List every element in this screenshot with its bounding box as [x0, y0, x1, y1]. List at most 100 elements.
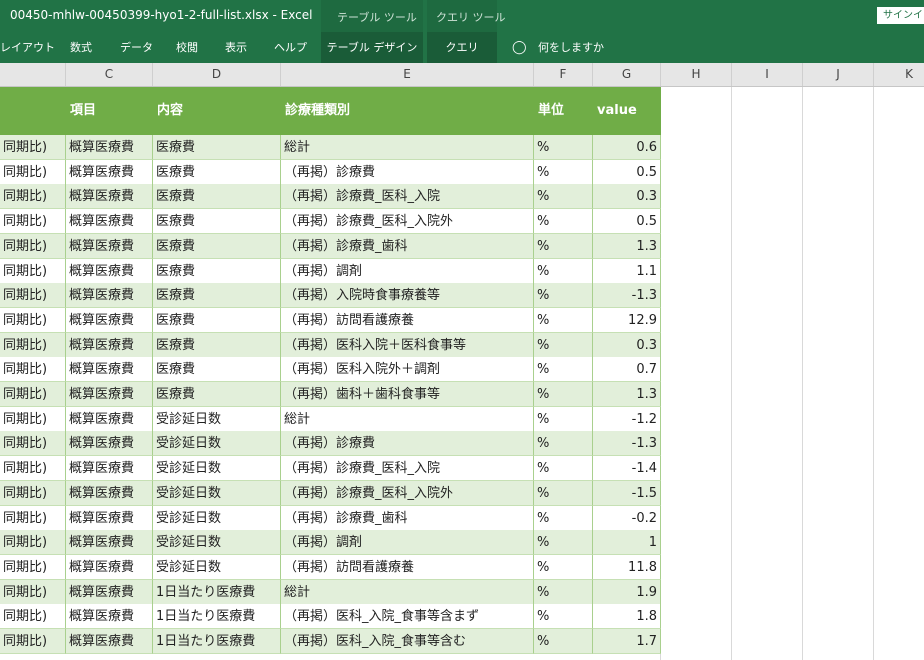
- cell-c[interactable]: 概算医療費: [66, 135, 153, 160]
- cell-c[interactable]: 概算医療費: [66, 456, 153, 482]
- cell-d[interactable]: 医療費: [153, 159, 281, 185]
- cell-e[interactable]: （再掲）歯科＋歯科食事等: [281, 382, 534, 407]
- column-header-f[interactable]: F: [534, 63, 593, 86]
- cell-g[interactable]: -0.2: [593, 505, 661, 531]
- cell-g[interactable]: 0.6: [593, 135, 661, 160]
- cell-g[interactable]: 0.5: [593, 159, 661, 185]
- cell-d[interactable]: 1日当たり医療費: [153, 579, 281, 605]
- cell-g[interactable]: 1.1: [593, 258, 661, 284]
- cell-c[interactable]: 概算医療費: [66, 554, 153, 580]
- tab-table-design[interactable]: テーブル デザイン: [321, 32, 423, 63]
- cell-d[interactable]: 医療費: [153, 283, 281, 309]
- cell-b[interactable]: 同期比): [0, 283, 66, 309]
- cell-c[interactable]: 概算医療費: [66, 184, 153, 210]
- cell-f[interactable]: %: [534, 604, 593, 630]
- tab-formulas[interactable]: 数式: [70, 32, 92, 63]
- cell-c[interactable]: 概算医療費: [66, 357, 153, 383]
- cell-c[interactable]: 概算医療費: [66, 406, 153, 432]
- header-item[interactable]: 項目: [70, 87, 96, 135]
- cell-b[interactable]: 同期比): [0, 456, 66, 482]
- cell-g[interactable]: 1: [593, 530, 661, 556]
- cell-e[interactable]: （再掲）診療費: [281, 431, 534, 457]
- cell-e[interactable]: （再掲）調剤: [281, 530, 534, 556]
- cell-d[interactable]: 受診延日数: [153, 530, 281, 556]
- cell-c[interactable]: 概算医療費: [66, 629, 153, 654]
- tab-view[interactable]: 表示: [225, 32, 247, 63]
- cell-d[interactable]: 医療費: [153, 184, 281, 210]
- cell-c[interactable]: 概算医療費: [66, 258, 153, 284]
- cell-c[interactable]: 概算医療費: [66, 604, 153, 630]
- cell-d[interactable]: 1日当たり医療費: [153, 604, 281, 630]
- cell-f[interactable]: %: [534, 431, 593, 457]
- cell-e[interactable]: （再掲）訪問看護療養: [281, 554, 534, 580]
- cell-e[interactable]: 総計: [281, 135, 534, 160]
- header-unit[interactable]: 単位: [538, 87, 564, 135]
- cell-d[interactable]: 受診延日数: [153, 554, 281, 580]
- cell-d[interactable]: 受診延日数: [153, 456, 281, 482]
- cell-d[interactable]: 医療費: [153, 135, 281, 160]
- cell-e[interactable]: （再掲）医科入院外＋調剤: [281, 357, 534, 383]
- column-header-e[interactable]: E: [281, 63, 534, 86]
- cell-d[interactable]: 受診延日数: [153, 505, 281, 531]
- cell-e[interactable]: （再掲）医科_入院_食事等含まず: [281, 604, 534, 630]
- cell-f[interactable]: %: [534, 554, 593, 580]
- cell-f[interactable]: %: [534, 159, 593, 185]
- cell-b[interactable]: 同期比): [0, 382, 66, 407]
- cell-b[interactable]: 同期比): [0, 209, 66, 235]
- cell-f[interactable]: %: [534, 505, 593, 531]
- cell-d[interactable]: 医療費: [153, 357, 281, 383]
- cell-b[interactable]: 同期比): [0, 159, 66, 185]
- cell-d[interactable]: 医療費: [153, 209, 281, 235]
- cell-e[interactable]: （再掲）診療費_歯科: [281, 233, 534, 259]
- cell-c[interactable]: 概算医療費: [66, 332, 153, 358]
- cell-e[interactable]: （再掲）診療費_歯科: [281, 505, 534, 531]
- cell-g[interactable]: 1.3: [593, 382, 661, 407]
- cell-b[interactable]: 同期比): [0, 530, 66, 556]
- cell-g[interactable]: -1.4: [593, 456, 661, 482]
- tab-data[interactable]: データ: [120, 32, 153, 63]
- cell-b[interactable]: 同期比): [0, 233, 66, 259]
- cell-g[interactable]: 1.3: [593, 233, 661, 259]
- cell-e[interactable]: （再掲）医科入院＋医科食事等: [281, 332, 534, 358]
- cell-g[interactable]: -1.5: [593, 480, 661, 506]
- cell-c[interactable]: 概算医療費: [66, 530, 153, 556]
- cell-c[interactable]: 概算医療費: [66, 431, 153, 457]
- cell-f[interactable]: %: [534, 258, 593, 284]
- cell-e[interactable]: （再掲）訪問看護療養: [281, 307, 534, 333]
- cell-e[interactable]: （再掲）診療費: [281, 159, 534, 185]
- cell-e[interactable]: （再掲）診療費_医科_入院外: [281, 480, 534, 506]
- cell-b[interactable]: 同期比): [0, 135, 66, 160]
- cell-f[interactable]: %: [534, 406, 593, 432]
- cell-e[interactable]: （再掲）調剤: [281, 258, 534, 284]
- cell-f[interactable]: %: [534, 382, 593, 407]
- cell-d[interactable]: 医療費: [153, 382, 281, 407]
- column-header-i[interactable]: I: [732, 63, 803, 86]
- cell-c[interactable]: 概算医療費: [66, 283, 153, 309]
- cell-e[interactable]: （再掲）診療費_医科_入院外: [281, 209, 534, 235]
- tab-page-layout[interactable]: レイアウト: [0, 32, 55, 63]
- cell-e[interactable]: 総計: [281, 406, 534, 432]
- cell-c[interactable]: 概算医療費: [66, 307, 153, 333]
- cell-f[interactable]: %: [534, 209, 593, 235]
- cell-b[interactable]: 同期比): [0, 258, 66, 284]
- cell-f[interactable]: %: [534, 332, 593, 358]
- cell-b[interactable]: 同期比): [0, 406, 66, 432]
- cell-c[interactable]: 概算医療費: [66, 579, 153, 605]
- cell-f[interactable]: %: [534, 184, 593, 210]
- column-header-j[interactable]: J: [803, 63, 874, 86]
- tab-review[interactable]: 校閲: [176, 32, 198, 63]
- cell-g[interactable]: 1.9: [593, 579, 661, 605]
- cell-g[interactable]: 1.7: [593, 629, 661, 654]
- column-header-k[interactable]: K: [874, 63, 924, 86]
- cell-b[interactable]: 同期比): [0, 579, 66, 605]
- cell-c[interactable]: 概算医療費: [66, 505, 153, 531]
- cell-f[interactable]: %: [534, 579, 593, 605]
- tab-query[interactable]: クエリ: [427, 32, 497, 63]
- cell-f[interactable]: %: [534, 233, 593, 259]
- cell-g[interactable]: -1.3: [593, 431, 661, 457]
- cell-b[interactable]: 同期比): [0, 505, 66, 531]
- cell-b[interactable]: 同期比): [0, 554, 66, 580]
- cell-d[interactable]: 1日当たり医療費: [153, 629, 281, 654]
- column-header-d[interactable]: D: [153, 63, 281, 86]
- header-value[interactable]: value: [597, 87, 637, 135]
